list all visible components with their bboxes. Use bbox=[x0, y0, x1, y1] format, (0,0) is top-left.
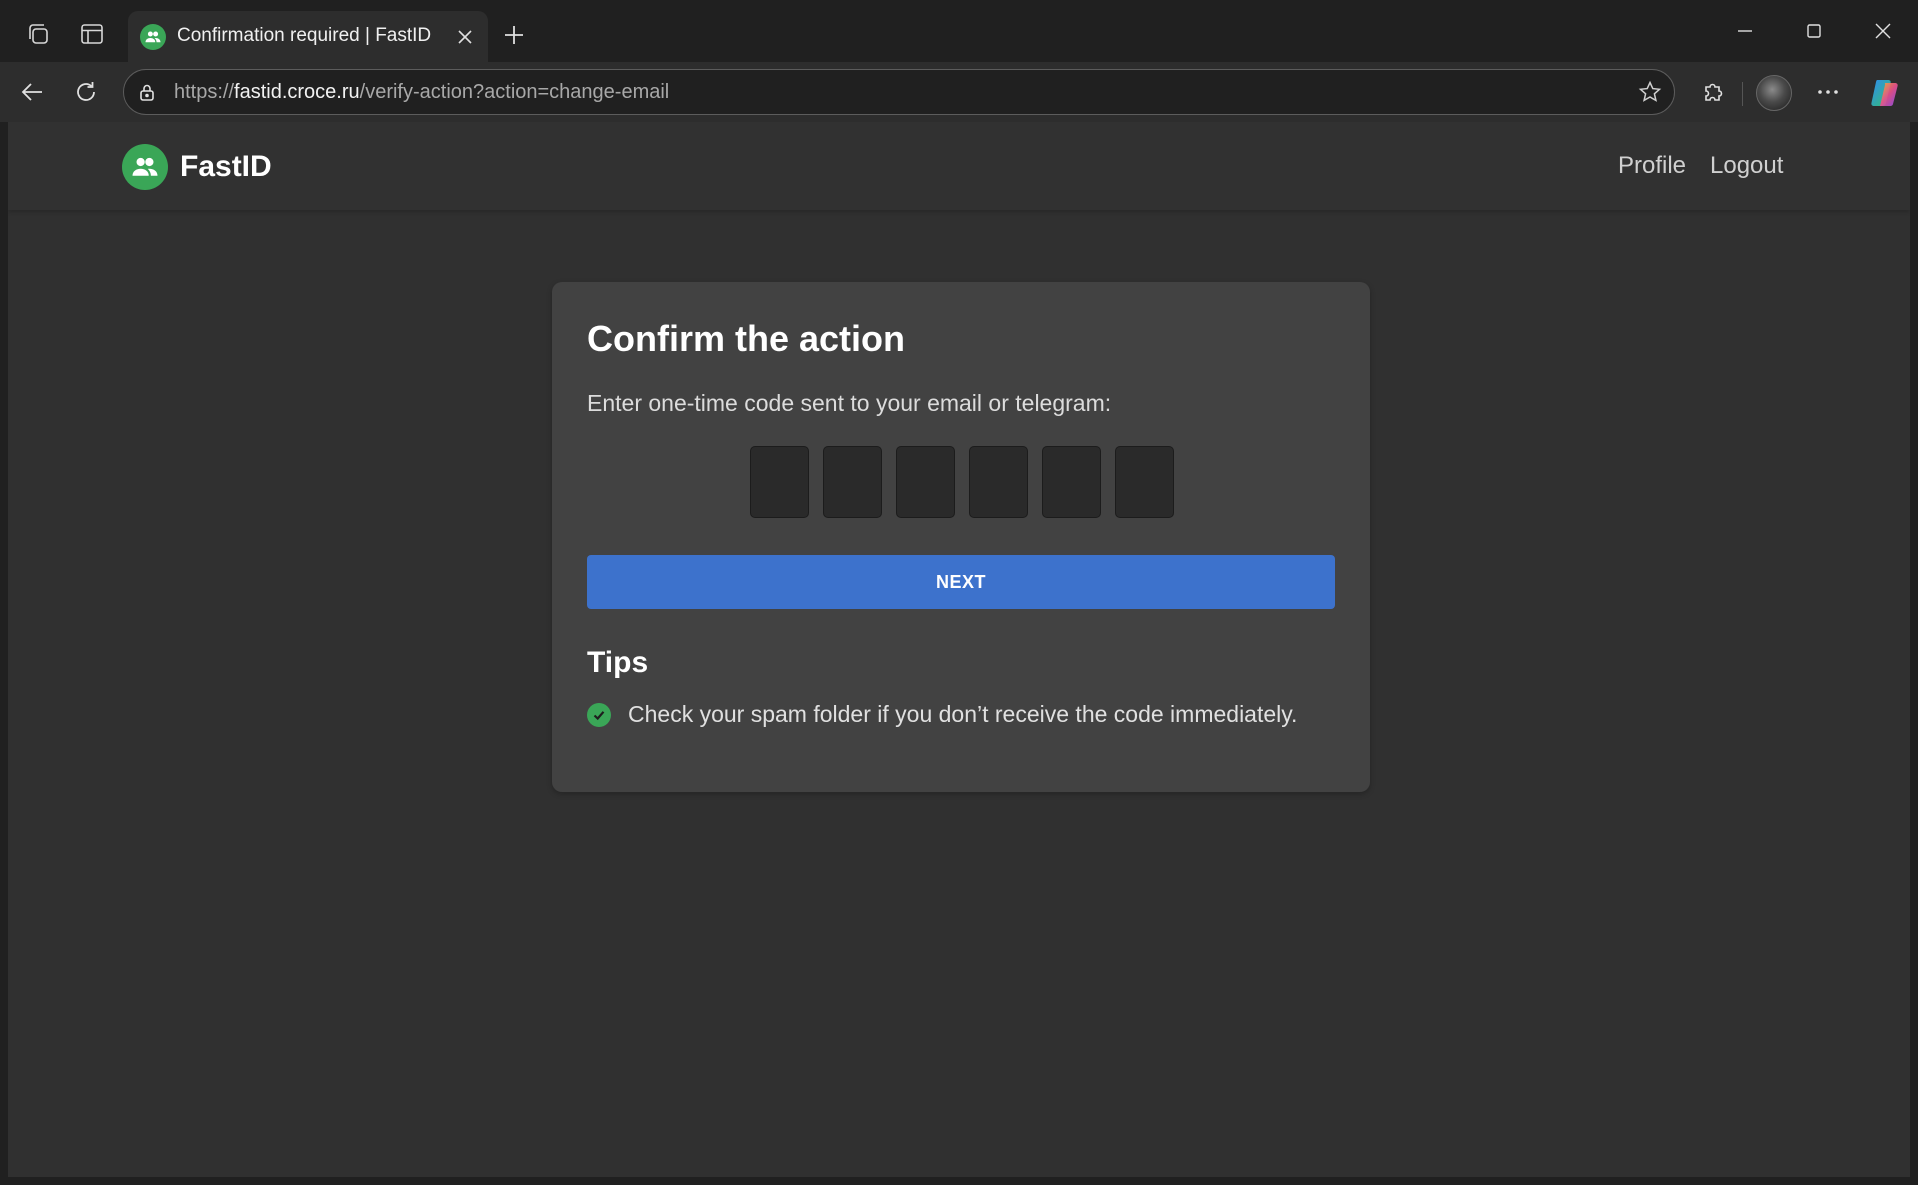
more-icon[interactable] bbox=[1808, 72, 1848, 112]
check-circle-icon bbox=[587, 702, 611, 727]
otp-digit-1[interactable] bbox=[750, 446, 809, 518]
next-button[interactable]: NEXT bbox=[587, 555, 1335, 609]
otp-digit-6[interactable] bbox=[1115, 446, 1174, 518]
url-scheme: https:// bbox=[174, 81, 235, 103]
card-title: Confirm the action bbox=[587, 318, 906, 359]
confirm-action-card: Confirm the action Enter one-time code s… bbox=[552, 282, 1370, 792]
fastid-favicon-icon bbox=[140, 24, 166, 50]
back-arrow-icon[interactable] bbox=[12, 72, 52, 112]
star-icon[interactable] bbox=[1636, 78, 1664, 106]
page-viewport: FastID Profile Logout Confirm the action… bbox=[8, 122, 1910, 1177]
brand-name: FastID bbox=[180, 150, 272, 183]
otp-digit-5[interactable] bbox=[1042, 446, 1101, 518]
toolbar-separator bbox=[1742, 82, 1743, 106]
users-logo-icon bbox=[122, 144, 168, 190]
tips-title: Tips bbox=[587, 646, 649, 679]
site-header: FastID Profile Logout bbox=[8, 122, 1910, 210]
otp-digit-3[interactable] bbox=[896, 446, 955, 518]
card-subtitle: Enter one-time code sent to your email o… bbox=[587, 390, 1112, 416]
tip-text: Check your spam folder if you don’t rece… bbox=[628, 701, 1298, 727]
minimize-icon[interactable] bbox=[1722, 10, 1768, 52]
otp-code-inputs bbox=[750, 446, 1174, 518]
otp-digit-2[interactable] bbox=[823, 446, 882, 518]
new-tab-plus-icon[interactable] bbox=[498, 19, 530, 51]
profile-avatar[interactable] bbox=[1756, 75, 1792, 111]
browser-titlebar: Confirmation required | FastID bbox=[0, 0, 1918, 62]
extensions-puzzle-icon[interactable] bbox=[1693, 72, 1733, 112]
tab-actions-icon[interactable] bbox=[78, 20, 106, 48]
reload-icon[interactable] bbox=[66, 72, 106, 112]
close-tab-icon[interactable] bbox=[450, 22, 480, 52]
otp-digit-4[interactable] bbox=[969, 446, 1028, 518]
close-window-icon[interactable] bbox=[1860, 10, 1906, 52]
browser-toolbar: https://fastid.croce.ru/verify-action?ac… bbox=[0, 62, 1918, 122]
browser-tab-active[interactable]: Confirmation required | FastID bbox=[128, 11, 488, 62]
tab-title: Confirmation required | FastID bbox=[177, 25, 432, 46]
tip-item: Check your spam folder if you don’t rece… bbox=[587, 701, 1297, 728]
url-path: /verify-action?action=change-email bbox=[359, 81, 670, 103]
nav-link-logout[interactable]: Logout bbox=[1710, 152, 1783, 180]
address-bar[interactable]: https://fastid.croce.ru/verify-action?ac… bbox=[123, 69, 1675, 115]
address-url[interactable]: https://fastid.croce.ru/verify-action?ac… bbox=[174, 81, 669, 104]
maximize-icon[interactable] bbox=[1791, 10, 1837, 52]
tab-workspaces-icon[interactable] bbox=[24, 20, 52, 48]
url-host: fastid.croce.ru bbox=[234, 81, 360, 103]
lock-icon[interactable] bbox=[134, 79, 160, 105]
brand[interactable]: FastID bbox=[122, 144, 272, 190]
copilot-icon[interactable] bbox=[1868, 76, 1902, 110]
nav-link-profile[interactable]: Profile bbox=[1618, 152, 1686, 180]
